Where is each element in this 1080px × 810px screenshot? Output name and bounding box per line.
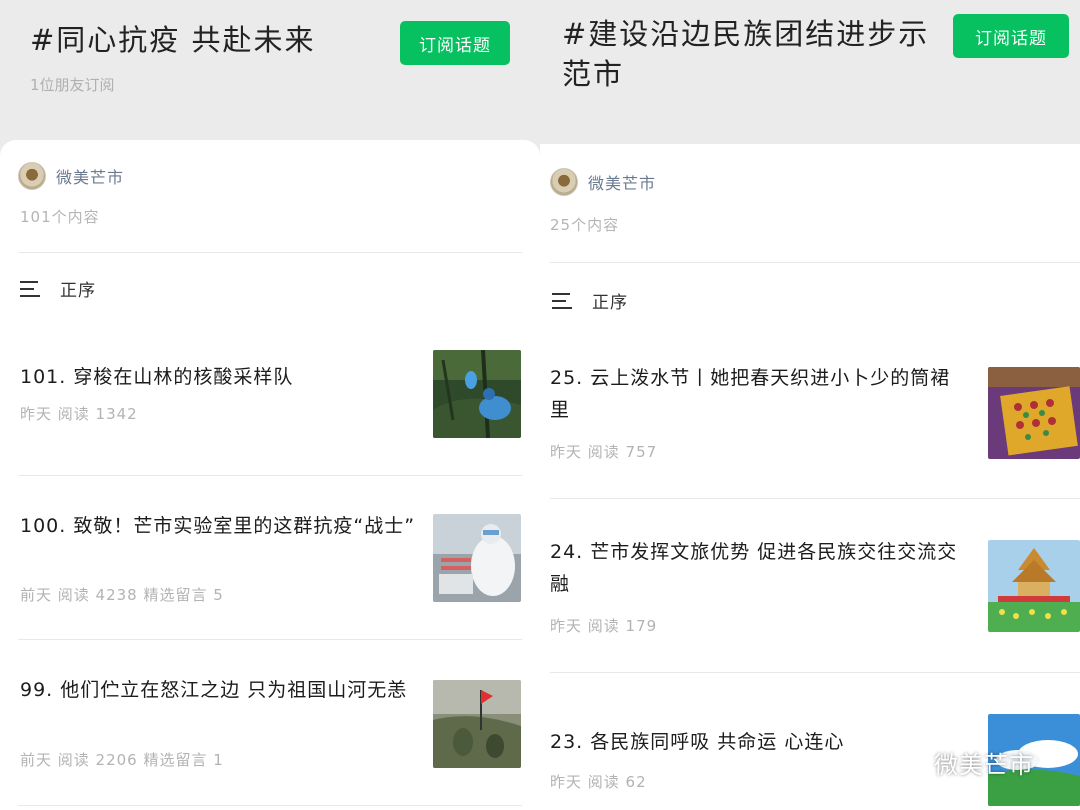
article-thumbnail: [433, 350, 521, 438]
account-link[interactable]: 微美芒市: [550, 168, 656, 196]
content-count: 25个内容: [550, 216, 620, 234]
divider: [18, 475, 522, 476]
sort-label: 正序: [592, 293, 628, 313]
subscriber-count: 1位朋友订阅: [30, 76, 115, 94]
divider: [550, 498, 1080, 499]
account-name: 微美芒市: [588, 174, 657, 193]
article-meta: 前天 阅读 2206 精选留言 1: [20, 751, 224, 769]
account-name: 微美芒市: [56, 168, 125, 187]
article-thumbnail: [988, 540, 1080, 632]
article-thumbnail: [988, 367, 1080, 459]
topic-title: #建设沿边民族团结进步示范市: [562, 17, 930, 91]
article-meta: 昨天 阅读 62: [550, 773, 647, 791]
divider: [18, 805, 522, 806]
topic-panel-left: #同心抗疫 共赴未来 订阅话题 1位朋友订阅 微美芒市 101个内容 正序 10…: [0, 0, 540, 810]
divider: [18, 639, 522, 640]
topic-panel-right: #建设沿边民族团结进步示范市 订阅话题 微美芒市 25个内容 正序 25. 云上…: [540, 0, 1080, 810]
divider: [550, 262, 1080, 263]
subscribe-topic-button[interactable]: 订阅话题: [953, 14, 1069, 58]
article-thumbnail: [433, 514, 521, 602]
article-thumbnail: [433, 680, 521, 768]
topic-header: #同心抗疫 共赴未来 订阅话题 1位朋友订阅: [0, 0, 540, 160]
subscribe-topic-button[interactable]: 订阅话题: [400, 21, 510, 65]
wechat-watermark: 微美芒市: [880, 745, 1034, 780]
article-meta: 昨天 阅读 757: [550, 443, 658, 461]
wechat-icon: [881, 746, 924, 778]
content-count: 101个内容: [20, 208, 100, 226]
article-meta: 昨天 阅读 1342: [20, 405, 138, 423]
sort-icon: [20, 279, 42, 299]
article-meta: 前天 阅读 4238 精选留言 5: [20, 586, 224, 604]
avatar: [18, 162, 46, 190]
sort-icon: [552, 291, 574, 311]
topic-title: #同心抗疫 共赴未来: [30, 23, 316, 57]
article-title: 24. 芒市发挥文旅优势 促进各民族交往交流交融: [550, 541, 958, 595]
topic-header: #建设沿边民族团结进步示范市 订阅话题: [540, 0, 1080, 160]
topic-content-card: [540, 144, 1080, 810]
divider: [550, 672, 1080, 673]
article-title: 99. 他们伫立在怒江之边 只为祖国山河无恙: [20, 679, 408, 701]
account-link[interactable]: 微美芒市: [18, 162, 124, 190]
sort-toggle[interactable]: 正序: [20, 276, 96, 301]
sort-toggle[interactable]: 正序: [552, 288, 628, 313]
article-meta: 昨天 阅读 179: [550, 617, 658, 635]
article-title: 101. 穿梭在山林的核酸采样队: [20, 366, 294, 388]
article-title: 100. 致敬！芒市实验室里的这群抗疫“战士”: [20, 515, 416, 537]
sort-label: 正序: [60, 281, 96, 301]
article-title: 25. 云上泼水节丨她把春天织进小卜少的筒裙里: [550, 367, 951, 421]
avatar: [550, 168, 578, 196]
divider: [18, 252, 522, 253]
watermark-text: 微美芒市: [934, 751, 1034, 779]
